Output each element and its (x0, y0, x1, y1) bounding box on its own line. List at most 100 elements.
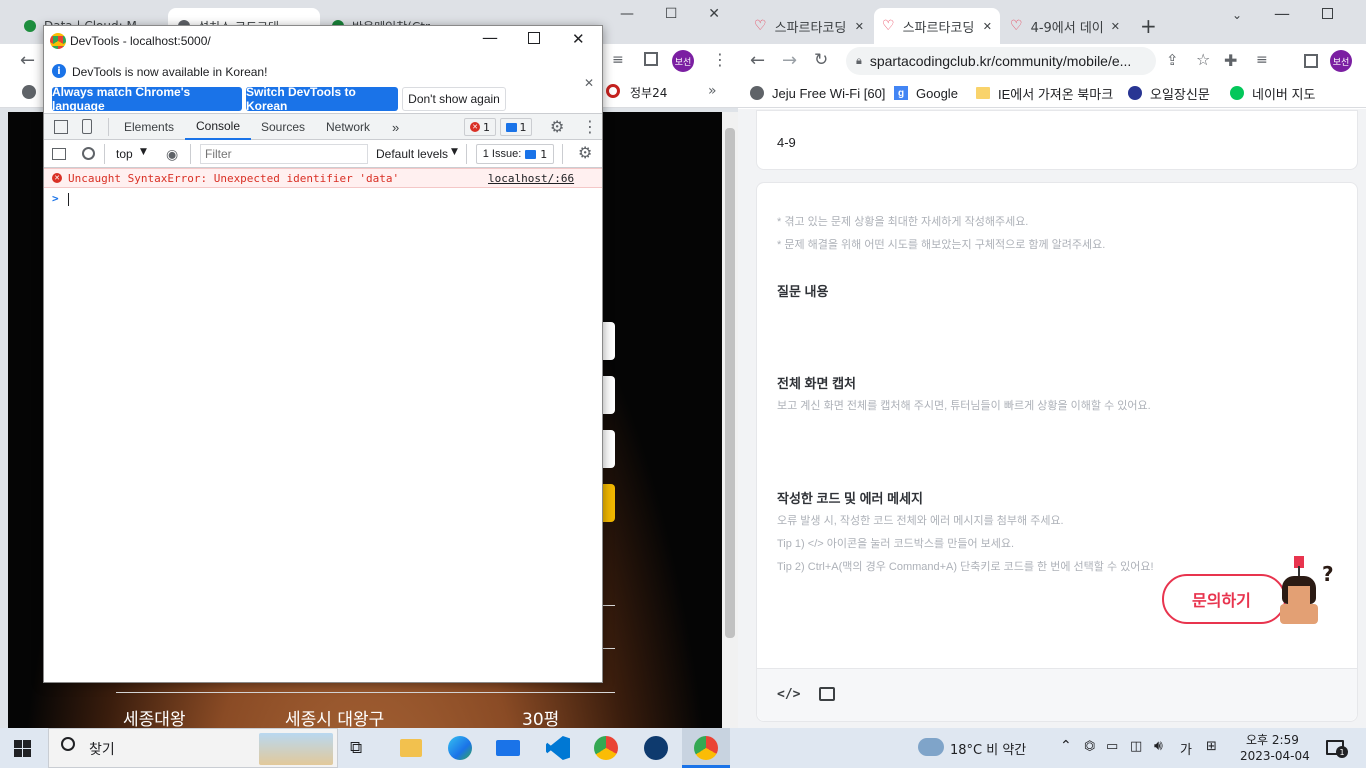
battery-icon[interactable]: ▭ (1106, 739, 1118, 754)
back-arrow-icon[interactable]: ← (750, 50, 765, 71)
chrome-icon[interactable] (694, 736, 718, 760)
image-upload-icon[interactable] (819, 687, 835, 701)
tab-close-icon[interactable]: ✕ (1111, 20, 1120, 33)
ime-hanja-icon[interactable]: ⊞ (1206, 739, 1217, 754)
weather-cloud-icon[interactable] (918, 738, 944, 756)
issues-count: 1 (540, 147, 548, 161)
profile-avatar[interactable]: 보선 (1330, 50, 1352, 72)
right-tab-2[interactable]: ♡ 스파르타코딩 ✕ (874, 8, 1000, 44)
inspect-element-icon[interactable] (54, 120, 68, 134)
live-expression-eye-icon[interactable]: ◉ (166, 147, 178, 163)
sidebar-toggle-icon[interactable] (52, 148, 66, 160)
file-explorer-icon[interactable] (400, 739, 422, 757)
log-levels-select[interactable]: Default levels (376, 147, 448, 161)
tab-network[interactable]: Network (326, 114, 370, 140)
minimize-icon[interactable]: — (1274, 4, 1290, 23)
bookmark-gov24[interactable]: 정부24 (630, 84, 667, 101)
left-scrollbar[interactable] (722, 112, 738, 728)
lock-icon[interactable]: 🔒︎ (856, 55, 862, 68)
volume-icon[interactable]: 🔊︎ (1154, 738, 1163, 754)
clear-console-icon[interactable] (82, 147, 95, 160)
vscode-icon[interactable] (546, 736, 570, 760)
tab-close-icon[interactable]: ✕ (855, 20, 864, 33)
tab-elements[interactable]: Elements (124, 114, 174, 140)
taskbar-search-box[interactable]: 찾기 (48, 728, 338, 768)
form-input-edge[interactable] (603, 322, 615, 360)
form-submit-edge[interactable] (603, 484, 615, 522)
context-select[interactable]: top (116, 147, 133, 161)
title-field[interactable]: 4-9 (756, 110, 1358, 170)
meet-now-icon[interactable]: ⏣ (1084, 739, 1095, 754)
console-input-cursor[interactable] (68, 193, 69, 206)
code-block-icon[interactable]: </> (777, 687, 800, 702)
forward-arrow-icon[interactable]: → (782, 50, 797, 71)
form-input-edge[interactable] (603, 376, 615, 414)
edge-icon[interactable] (448, 736, 472, 760)
error-count-badge[interactable]: ✕ 1 (464, 118, 496, 136)
issues-button[interactable]: 1 Issue: 1 (476, 144, 554, 164)
windows-start-icon[interactable] (14, 740, 31, 757)
filter-input[interactable] (200, 144, 368, 164)
clock-time[interactable]: 오후 2:59 (1246, 731, 1299, 748)
bookmark-google[interactable]: g Google (894, 83, 958, 103)
share-icon[interactable]: ⇪ (1166, 51, 1179, 69)
settings-gear-icon[interactable]: ⚙ (550, 117, 564, 136)
form-input-edge[interactable] (603, 430, 615, 468)
ime-mode-indicator[interactable]: 가 (1180, 739, 1192, 758)
back-arrow-icon[interactable]: ← (20, 50, 35, 71)
clock-date[interactable]: 2023-04-04 (1240, 749, 1310, 763)
dont-show-again-button[interactable]: Don't show again (402, 87, 506, 111)
profile-avatar[interactable]: 보선 (672, 50, 694, 72)
switch-to-korean-button[interactable]: Switch DevTools to Korean (246, 85, 398, 113)
chrome-icon[interactable] (594, 736, 618, 760)
banner-close-icon[interactable]: ✕ (584, 76, 594, 90)
close-icon[interactable]: ✕ (572, 30, 585, 48)
bookmark-naver-map[interactable]: 네이버 지도 (1230, 83, 1315, 103)
extensions-puzzle-icon[interactable]: ✚ (1224, 51, 1237, 70)
maximize-icon[interactable] (1322, 8, 1333, 19)
teamviewer-icon[interactable] (644, 736, 668, 760)
tab-close-icon[interactable]: ✕ (983, 20, 992, 33)
mascot-character-icon[interactable]: ? (1274, 556, 1334, 626)
bookmark-oiljang[interactable]: 오일장신문 (1128, 83, 1210, 103)
network-icon[interactable]: ◫ (1130, 739, 1142, 754)
device-toolbar-icon[interactable] (82, 119, 92, 134)
question-editor[interactable]: * 겪고 있는 문제 상황을 최대한 자세하게 작성해주세요. * 문제 해결을… (756, 182, 1358, 722)
tab-console[interactable]: Console (185, 114, 251, 140)
reading-list-icon[interactable]: ≡ (612, 52, 624, 68)
minimize-icon[interactable]: — (482, 28, 498, 47)
minimize-icon[interactable]: — (620, 6, 634, 26)
new-tab-plus-icon[interactable]: + (1140, 14, 1157, 38)
tab-search-chevron-icon[interactable]: ⌄ (1232, 8, 1242, 22)
menu-kebab-icon[interactable]: ⋮ (712, 50, 728, 69)
globe-icon[interactable] (22, 85, 36, 99)
always-match-language-button[interactable]: Always match Chrome's language (52, 85, 242, 113)
console-settings-gear-icon[interactable]: ⚙ (578, 143, 592, 162)
devtools-menu-kebab-icon[interactable]: ⋮ (582, 117, 598, 136)
side-panel-icon[interactable] (1304, 54, 1318, 68)
tray-overflow-chevron-icon[interactable]: ⌃ (1060, 738, 1072, 754)
scrollbar-thumb[interactable] (725, 128, 735, 638)
tab-sources[interactable]: Sources (261, 114, 305, 140)
right-tab-3[interactable]: ♡ 4-9에서 데이 ✕ (1002, 8, 1128, 44)
maximize-icon[interactable] (528, 32, 540, 44)
reload-icon[interactable]: ↻ (814, 50, 828, 70)
bookmark-ie-folder[interactable]: IE에서 가져온 북마크 (976, 83, 1113, 103)
bookmarks-overflow-icon[interactable]: » (708, 83, 717, 99)
mail-icon[interactable] (496, 740, 520, 756)
maximize-icon[interactable]: ☐ (665, 6, 678, 26)
reading-list-icon[interactable]: ≡ (1256, 52, 1268, 68)
address-bar[interactable]: 🔒︎ spartacodingclub.kr/community/mobile/… (846, 47, 1156, 75)
bookmark-jeju-wifi[interactable]: Jeju Free Wi-Fi [60] (750, 83, 885, 103)
error-source-link[interactable]: localhost/:66 (488, 172, 574, 185)
more-tabs-icon[interactable]: » (392, 114, 399, 140)
right-tab-1[interactable]: ♡ 스파르타코딩 ✕ (746, 8, 872, 44)
inquiry-button[interactable]: 문의하기 (1162, 574, 1286, 624)
side-panel-icon[interactable] (644, 52, 658, 66)
task-view-icon[interactable]: ⧉ (350, 738, 362, 758)
weather-text[interactable]: 18°C 비 약간 (950, 739, 1026, 758)
bookmark-star-icon[interactable]: ☆ (1196, 50, 1210, 69)
message-count-badge[interactable]: 1 (500, 118, 532, 136)
close-icon[interactable]: ✕ (708, 6, 720, 26)
divider (108, 118, 109, 136)
